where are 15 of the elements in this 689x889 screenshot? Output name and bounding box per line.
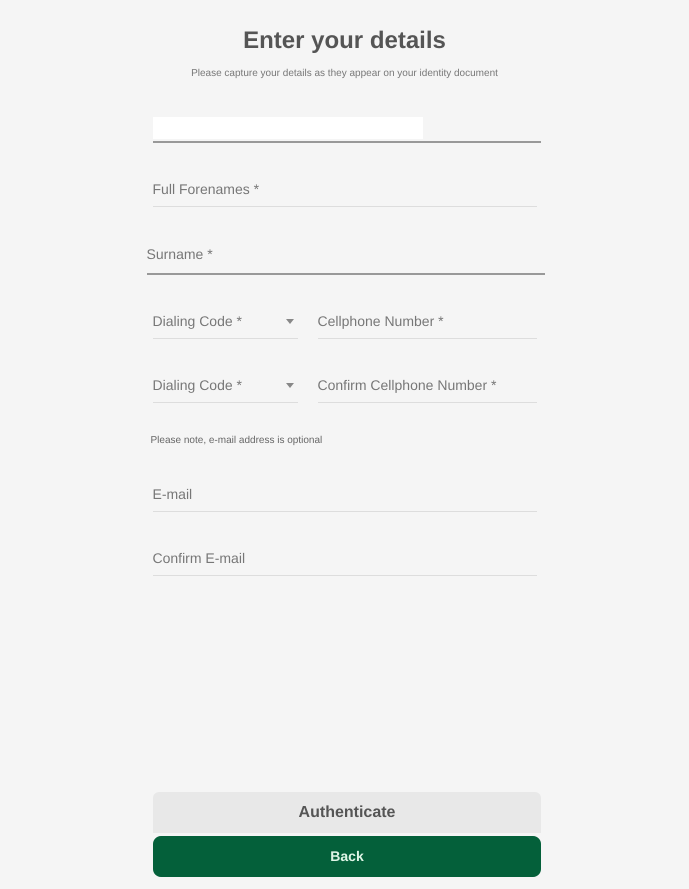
caret-icon: [286, 383, 294, 388]
input-field[interactable]: Full Forenames *: [152, 173, 536, 207]
input-field[interactable]: E-mail: [152, 478, 536, 512]
input-field[interactable]: Confirm E-mail: [152, 542, 536, 576]
input-field[interactable]: Dialing Code *: [152, 369, 298, 403]
input-field[interactable]: Confirm Cellphone Number *: [318, 369, 536, 403]
back-button[interactable]: Back: [153, 836, 541, 877]
input-field[interactable]: Surname *: [146, 235, 544, 275]
authenticate-button[interactable]: Authenticate: [153, 792, 541, 833]
instructions-text: Please capture your details as they appear on your identity document: [190, 67, 499, 81]
note-text: Please note, e-mail address is optional: [150, 434, 324, 448]
input-field[interactable]: Cellphone Number *: [318, 305, 536, 339]
page-title: Enter your details: [243, 26, 446, 56]
input-field[interactable]: Dialing Code *: [152, 305, 298, 339]
caret-icon: [286, 319, 294, 324]
